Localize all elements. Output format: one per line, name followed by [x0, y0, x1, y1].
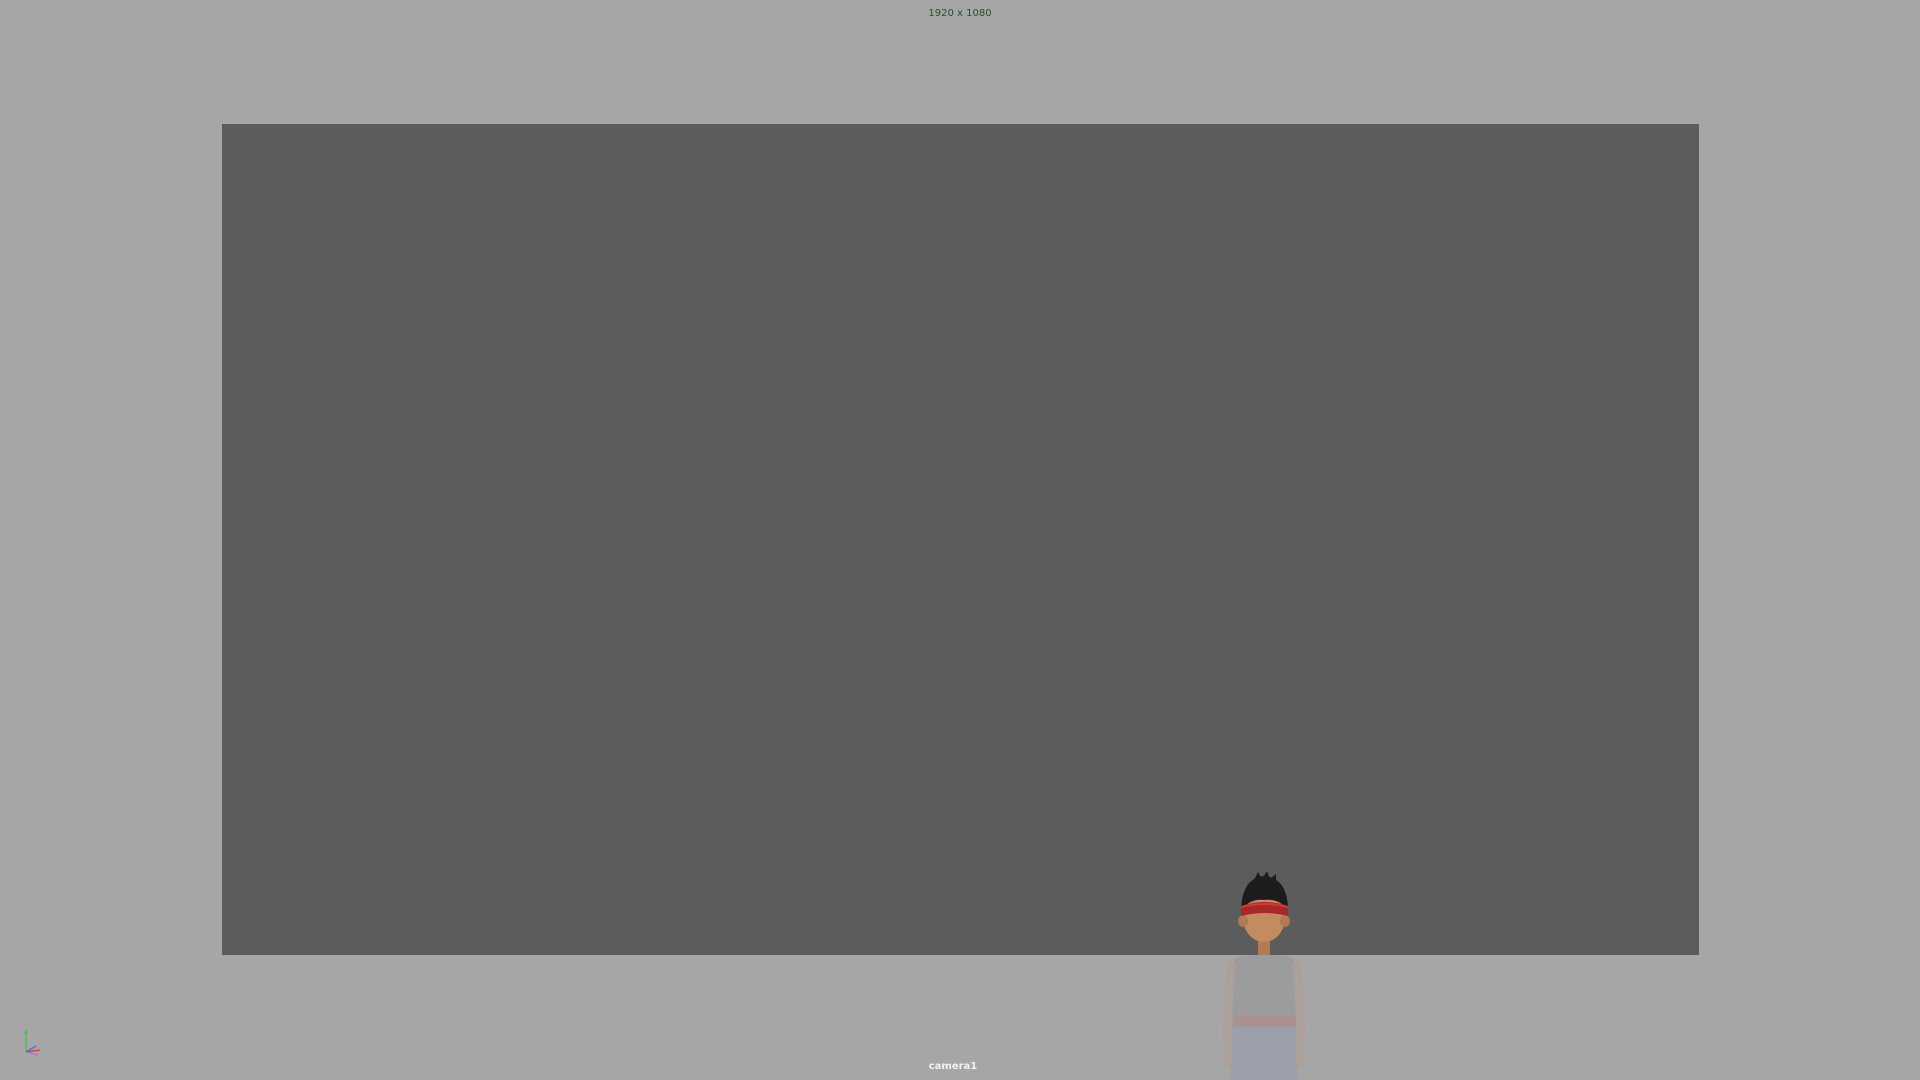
resolution-label: 1920 x 1080: [928, 8, 992, 19]
axis-gizmo-icon: [24, 1029, 41, 1056]
resolution-gate: [222, 124, 1699, 955]
character-model[interactable]: [1214, 868, 1314, 955]
camera-viewport[interactable]: 1920 x 1080 camera1: [0, 0, 1920, 1080]
camera-name-label: camera1: [928, 1061, 978, 1072]
